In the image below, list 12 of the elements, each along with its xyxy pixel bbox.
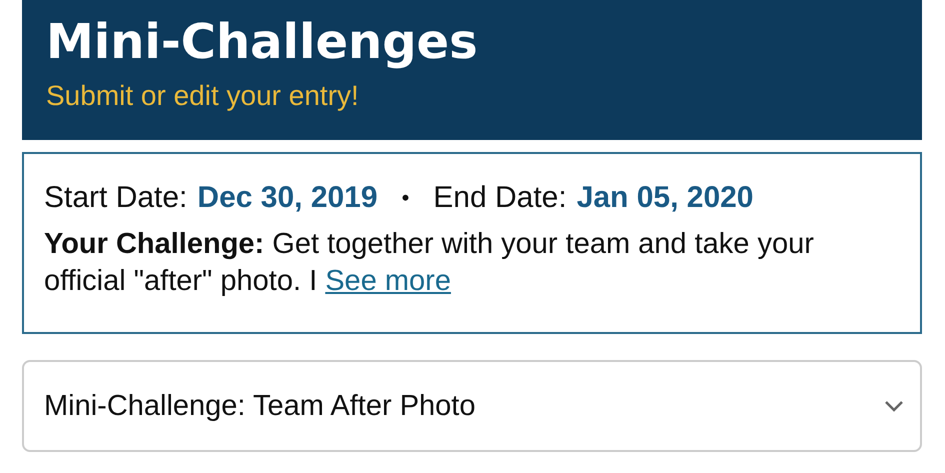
dropdown-value: Mini-Challenge: Team After Photo xyxy=(44,390,476,422)
page-title: Mini-Challenges xyxy=(46,13,479,72)
challenge-description: Your Challenge: Get together with your team and take your official "after" photo. I See more xyxy=(44,227,815,299)
separator-dot: • xyxy=(402,184,410,212)
challenge-dropdown[interactable]: Mini-Challenge: Team After Photo xyxy=(22,360,922,452)
end-date-label: End Date: xyxy=(433,180,567,216)
start-date: Dec 30, 2019 xyxy=(197,180,378,216)
see-more-link[interactable]: See more xyxy=(325,265,451,297)
page-subtitle: Submit or edit your entry! xyxy=(46,79,360,113)
chevron-down-icon xyxy=(884,400,904,412)
end-date: Jan 05, 2020 xyxy=(576,180,754,216)
start-date-label: Start Date: xyxy=(44,180,188,216)
